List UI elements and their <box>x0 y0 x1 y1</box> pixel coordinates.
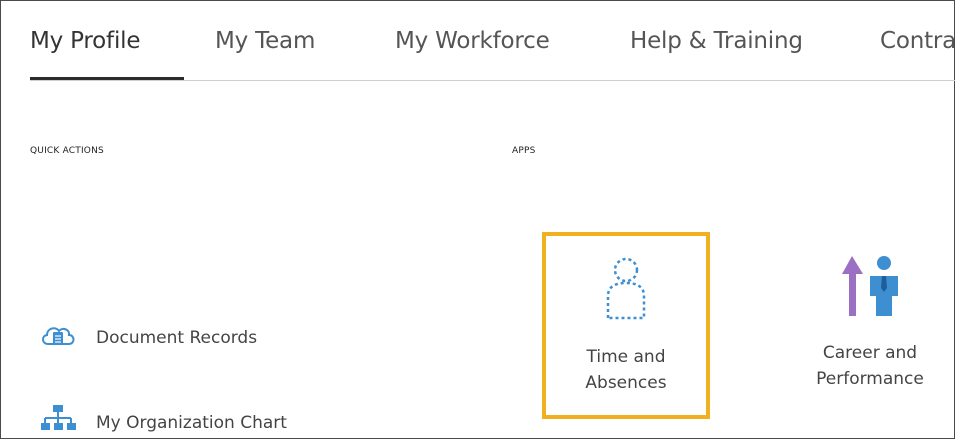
org-chart-icon <box>40 405 76 441</box>
app-time-and-absences[interactable]: Time and Absences <box>542 232 710 419</box>
tabs-divider <box>30 80 955 81</box>
cloud-document-icon <box>40 322 76 354</box>
tab-my-team[interactable]: My Team <box>215 28 315 54</box>
career-and-performance-label-line2: Performance <box>816 369 924 389</box>
tab-my-workforce[interactable]: My Workforce <box>395 28 550 54</box>
quick-action-document-records[interactable]: Document Records <box>40 322 257 354</box>
person-outline-icon <box>604 256 648 326</box>
quick-actions-heading: QUICK ACTIONS <box>30 146 104 156</box>
time-and-absences-label-line1: Time and <box>586 347 666 367</box>
tab-help-training[interactable]: Help & Training <box>630 28 803 54</box>
org-chart-label: My Organization Chart <box>96 413 287 433</box>
time-and-absences-label-line2: Absences <box>585 373 667 393</box>
career-growth-icon <box>840 254 902 322</box>
app-career-and-performance[interactable]: Career and Performance <box>790 232 950 419</box>
career-and-performance-label-line1: Career and <box>822 343 918 363</box>
tab-contracts[interactable]: Contra <box>880 28 955 54</box>
tab-my-profile[interactable]: My Profile <box>30 28 140 54</box>
apps-heading: APPS <box>512 146 536 156</box>
top-nav-tabs: My Profile My Team My Workforce Help & T… <box>0 0 955 82</box>
document-records-label: Document Records <box>96 328 258 348</box>
quick-action-org-chart[interactable]: My Organization Chart <box>40 405 287 441</box>
